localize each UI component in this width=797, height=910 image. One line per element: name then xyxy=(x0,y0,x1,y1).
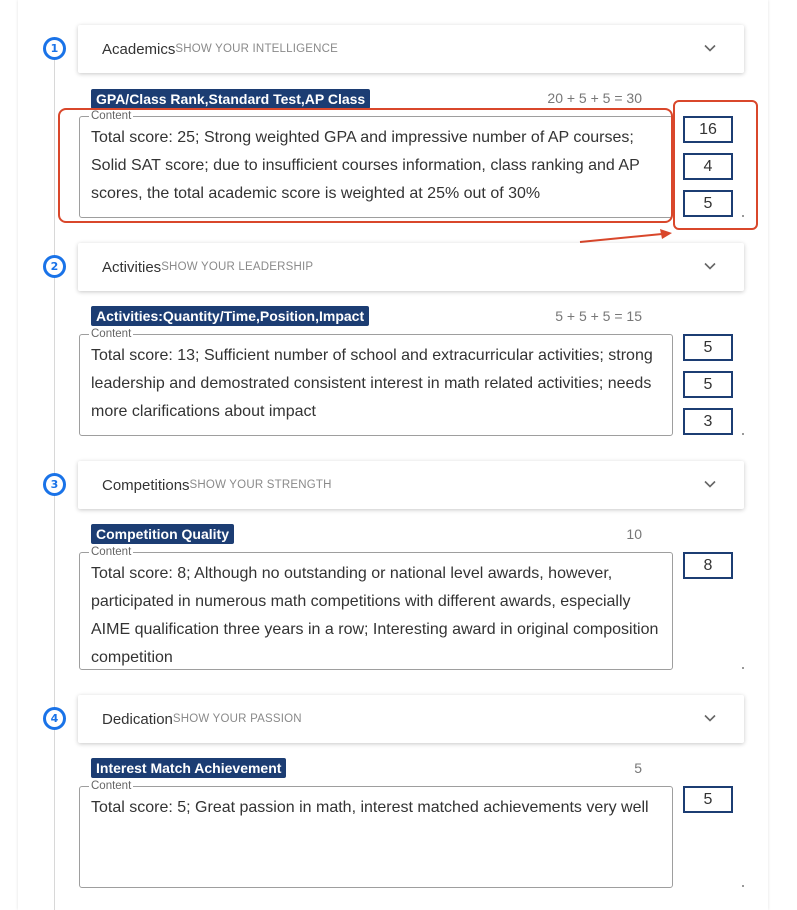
section-title: Academics xyxy=(102,40,176,58)
content-text: Total score: 13; Sufficient number of sc… xyxy=(91,347,653,420)
chevron-down-icon[interactable] xyxy=(704,478,716,490)
resize-handle xyxy=(742,433,744,435)
section-header-activities[interactable]: Activities SHOW YOUR LEADERSHIP xyxy=(78,243,744,291)
criteria-tag: Activities:Quantity/Time,Position,Impact xyxy=(91,306,370,326)
score-input[interactable]: 8 xyxy=(683,552,733,579)
section-subtitle: SHOW YOUR STRENGTH xyxy=(189,479,332,491)
content-text: Total score: 5; Great passion in math, i… xyxy=(91,799,649,816)
score-input[interactable]: 5 xyxy=(683,334,733,361)
section-subtitle: SHOW YOUR INTELLIGENCE xyxy=(175,43,339,55)
section-title: Competitions xyxy=(102,476,190,494)
section-header-academics[interactable]: Academics SHOW YOUR INTELLIGENCE xyxy=(78,25,744,73)
criteria-tag: GPA/Class Rank,Standard Test,AP Class xyxy=(91,89,371,109)
content-field[interactable]: Content Total score: 8; Although no outs… xyxy=(79,545,673,670)
criteria-tag: Competition Quality xyxy=(91,524,234,544)
chevron-down-icon[interactable] xyxy=(704,712,716,724)
resize-handle xyxy=(742,885,744,887)
chevron-down-icon[interactable] xyxy=(704,42,716,54)
annotation-highlight-scores xyxy=(673,100,758,230)
section-subtitle: SHOW YOUR LEADERSHIP xyxy=(161,261,314,273)
content-field[interactable]: Content Total score: 13; Sufficient numb… xyxy=(79,327,673,436)
score-input[interactable]: 3 xyxy=(683,408,733,435)
chevron-down-icon[interactable] xyxy=(704,260,716,272)
resize-handle xyxy=(742,667,744,669)
content-text: Total score: 8; Although no outstanding … xyxy=(91,565,659,666)
section-title: Activities xyxy=(102,258,162,276)
step-number-4: 4 xyxy=(43,707,66,730)
content-label: Content xyxy=(89,327,134,341)
content-label: Content xyxy=(89,545,134,559)
section-header-competitions[interactable]: Competitions SHOW YOUR STRENGTH xyxy=(78,461,744,509)
score-formula: 5 + 5 + 5 = 15 xyxy=(555,308,642,324)
score-formula: 20 + 5 + 5 = 30 xyxy=(547,90,642,106)
step-number-1: 1 xyxy=(43,37,66,60)
section-header-dedication[interactable]: Dedication SHOW YOUR PASSION xyxy=(78,695,744,743)
step-number-3: 3 xyxy=(43,473,66,496)
score-input[interactable]: 5 xyxy=(683,786,733,813)
section-title: Dedication xyxy=(102,710,173,728)
step-number-2: 2 xyxy=(43,255,66,278)
criteria-tag: Interest Match Achievement xyxy=(91,758,287,778)
content-label: Content xyxy=(89,779,134,793)
score-formula: 5 xyxy=(634,760,642,776)
section-subtitle: SHOW YOUR PASSION xyxy=(172,713,302,725)
annotation-highlight-content xyxy=(58,108,673,223)
score-formula: 10 xyxy=(626,526,642,542)
score-input[interactable]: 5 xyxy=(683,371,733,398)
content-field[interactable]: Content Total score: 5; Great passion in… xyxy=(79,779,673,888)
